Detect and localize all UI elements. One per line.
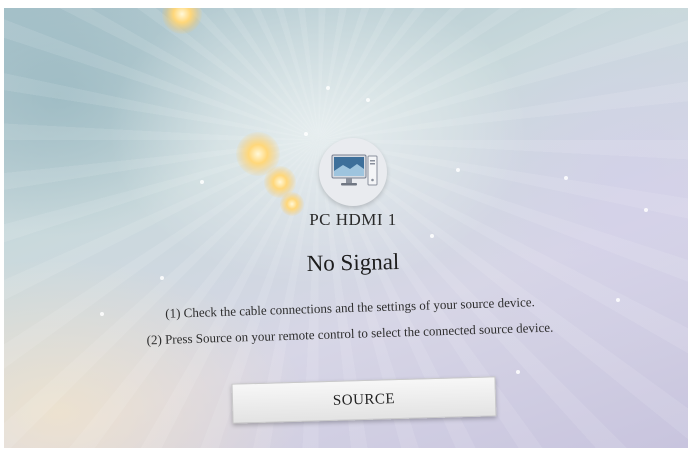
- sparkle: [430, 234, 434, 238]
- pc-monitor-icon: [319, 138, 387, 206]
- sparkle: [456, 168, 460, 172]
- lens-flare-glow: [162, 8, 202, 34]
- source-name: PC HDMI 1: [309, 210, 397, 229]
- sparkle: [644, 208, 648, 212]
- sparkle: [200, 180, 204, 184]
- sparkle: [326, 86, 330, 90]
- sparkle: [516, 370, 520, 374]
- sparkle: [366, 98, 370, 102]
- sparkle: [564, 176, 568, 180]
- source-button-label: SOURCE: [332, 390, 396, 409]
- sparkle: [304, 132, 308, 136]
- source-button[interactable]: SOURCE: [231, 376, 497, 424]
- sparkle: [160, 276, 164, 280]
